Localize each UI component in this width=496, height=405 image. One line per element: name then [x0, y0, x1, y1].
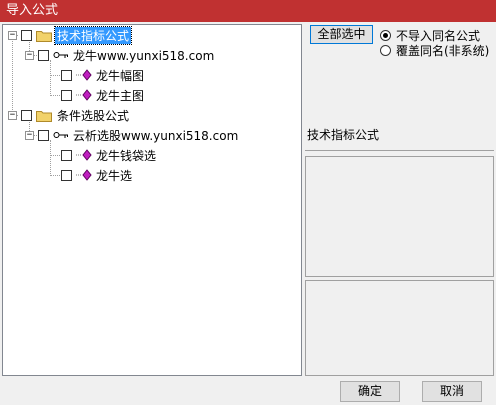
key-icon	[53, 52, 68, 58]
tree-node-formula[interactable]: 龙牛选	[61, 166, 134, 184]
collapse-toggle[interactable]: −	[25, 130, 34, 140]
formula-icon	[76, 149, 92, 161]
radio-label: 覆盖同名(非系统)	[396, 44, 490, 58]
description-panel	[305, 156, 494, 277]
tree-node-folder[interactable]: − 技术指标公式	[8, 25, 133, 45]
tree-node-formula[interactable]: 龙牛幅图	[61, 66, 146, 84]
radio-overwrite[interactable]: 覆盖同名(非系统)	[380, 43, 489, 58]
tree-node-label[interactable]: 龙牛选	[94, 167, 134, 184]
select-all-button[interactable]: 全部选中	[310, 25, 373, 44]
formula-tree[interactable]: − 技术指标公式 − 龙牛www.yunxi518.com 龙牛幅图 龙牛主图	[2, 24, 302, 376]
tree-node-group[interactable]: − 云析选股www.yunxi518.com	[25, 126, 240, 144]
formula-type-label: 技术指标公式	[307, 128, 380, 142]
tree-line	[50, 140, 51, 176]
ok-button[interactable]: 确定	[340, 381, 400, 402]
formula-icon	[76, 69, 92, 81]
folder-icon	[36, 110, 52, 122]
node-checkbox[interactable]	[61, 69, 72, 81]
collapse-toggle[interactable]: −	[25, 50, 34, 60]
node-checkbox[interactable]	[21, 29, 32, 41]
radio-button[interactable]	[380, 30, 391, 41]
cancel-button[interactable]: 取消	[422, 381, 482, 402]
node-checkbox[interactable]	[61, 169, 72, 181]
tree-node-label[interactable]: 条件选股公式	[55, 107, 131, 124]
tree-node-group[interactable]: − 龙牛www.yunxi518.com	[25, 46, 216, 64]
tree-node-label[interactable]: 云析选股www.yunxi518.com	[71, 127, 240, 144]
tree-node-label[interactable]: 技术指标公式	[53, 25, 133, 45]
window-title: 导入公式	[6, 3, 59, 18]
tree-node-label[interactable]: 龙牛幅图	[94, 67, 146, 84]
tree-node-label[interactable]: 龙牛www.yunxi518.com	[71, 47, 216, 64]
title-bar: 导入公式	[0, 0, 496, 22]
tree-node-formula[interactable]: 龙牛钱袋选	[61, 146, 158, 164]
detail-panel	[305, 280, 494, 376]
collapse-toggle[interactable]: −	[8, 110, 17, 120]
key-icon	[53, 132, 68, 138]
radio-button[interactable]	[380, 45, 391, 56]
radio-no-import[interactable]: 不导入同名公式	[380, 28, 480, 43]
formula-icon	[76, 89, 92, 101]
node-checkbox[interactable]	[38, 129, 49, 141]
node-checkbox[interactable]	[38, 49, 49, 61]
node-checkbox[interactable]	[61, 149, 72, 161]
folder-icon	[36, 30, 52, 42]
tree-line	[50, 60, 51, 96]
tree-node-formula[interactable]: 龙牛主图	[61, 86, 146, 104]
node-checkbox[interactable]	[21, 109, 32, 121]
collapse-toggle[interactable]: −	[8, 30, 17, 40]
tree-node-folder[interactable]: − 条件选股公式	[8, 106, 131, 124]
formula-icon	[76, 169, 92, 181]
tree-node-label[interactable]: 龙牛主图	[94, 87, 146, 104]
node-checkbox[interactable]	[61, 89, 72, 101]
separator-line	[305, 150, 494, 151]
tree-node-label[interactable]: 龙牛钱袋选	[94, 147, 158, 164]
